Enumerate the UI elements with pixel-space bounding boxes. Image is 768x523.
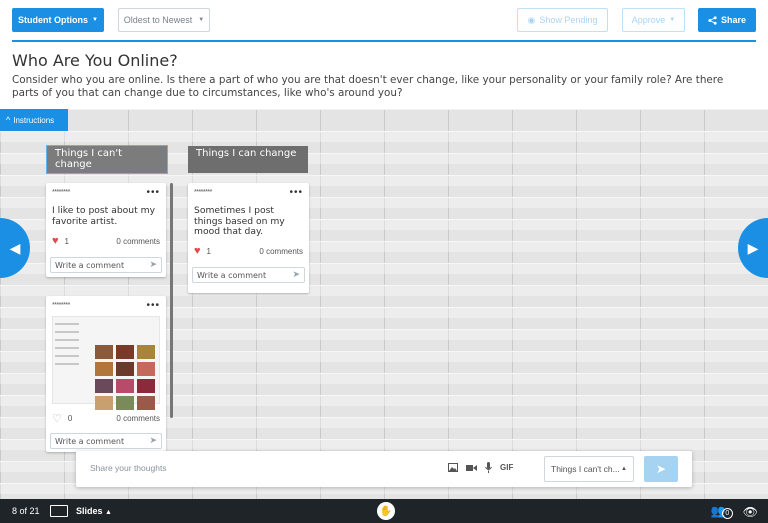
composer-tools: GIF	[448, 462, 513, 473]
video-camera-icon[interactable]	[466, 464, 477, 472]
page-indicator: 8 of 21	[12, 506, 40, 516]
show-pending-button[interactable]: ◉ Show Pending	[517, 8, 608, 32]
comment-placeholder: Write a comment	[197, 270, 267, 280]
image-icon[interactable]	[448, 463, 458, 472]
header-divider	[12, 40, 756, 42]
more-options-icon[interactable]: •••	[289, 187, 303, 198]
page-description: Consider who you are online. Is there a …	[12, 74, 724, 99]
slides-menu-button[interactable]: Slides ▲	[76, 506, 112, 516]
comment-input[interactable]: Write a comment ➤	[50, 257, 162, 273]
thumbnail-sidebar	[55, 323, 85, 401]
comment-input[interactable]: Write a comment ➤	[50, 433, 162, 449]
student-options-label: Student Options	[18, 15, 89, 25]
card-author: ********	[194, 189, 212, 196]
send-icon[interactable]: ➤	[149, 436, 157, 446]
likes-value: 0	[67, 414, 73, 423]
slides-label: Slides	[76, 506, 103, 516]
card-text: I like to post about my favorite artist.	[52, 205, 156, 227]
instructions-label: Instructions	[13, 115, 55, 125]
post-card[interactable]: ******** ••• I like to post about my fav…	[46, 183, 166, 277]
approve-label: Approve	[631, 15, 666, 25]
caret-down-icon: ▼	[198, 17, 205, 23]
post-composer: Share your thoughts GIF Things I can't c…	[76, 451, 692, 487]
paper-plane-icon: ➤	[655, 462, 667, 476]
app-logo-icon[interactable]: ✋	[377, 502, 395, 520]
approve-button[interactable]: Approve ▼	[622, 8, 685, 32]
caret-down-icon: ▼	[669, 17, 676, 23]
post-card[interactable]: ******** ••• ♡ 0 0 comments Write a comm…	[46, 296, 166, 452]
send-icon[interactable]: ➤	[292, 270, 300, 280]
thumbnail-photo-grid	[95, 345, 155, 410]
thoughts-input[interactable]: Share your thoughts	[90, 463, 167, 473]
comments-count[interactable]: 0 comments	[116, 237, 160, 246]
column-select-label: Things I can't ch...	[551, 464, 620, 474]
triangle-left-icon: ◀	[9, 239, 21, 256]
caret-down-icon: ▼	[92, 17, 98, 23]
card-author: ********	[52, 189, 70, 196]
instructions-tab[interactable]: ^ Instructions	[0, 109, 68, 131]
triangle-right-icon: ▶	[747, 239, 759, 256]
column-header-cant-change[interactable]: Things I can't change	[46, 145, 168, 174]
microphone-icon[interactable]	[485, 462, 492, 473]
student-options-button[interactable]: Student Options ▼	[12, 8, 104, 32]
send-icon[interactable]: ➤	[149, 260, 157, 270]
gif-button[interactable]: GIF	[500, 463, 513, 472]
column-scrollbar[interactable]	[170, 183, 173, 418]
comment-placeholder: Write a comment	[55, 260, 125, 270]
caret-up-icon: ▲	[621, 466, 627, 472]
sort-select[interactable]: Oldest to Newest ▼	[118, 8, 210, 32]
page-title: Who Are You Online?	[12, 51, 178, 70]
comment-placeholder: Write a comment	[55, 436, 125, 446]
comments-count[interactable]: 0 comments	[116, 414, 160, 423]
post-image[interactable]	[52, 316, 160, 410]
more-options-icon[interactable]: •••	[146, 300, 160, 311]
slides-icon[interactable]	[50, 505, 68, 517]
likes-value: 1	[64, 236, 69, 246]
show-pending-label: Show Pending	[539, 15, 598, 25]
share-button[interactable]: Share	[698, 8, 756, 32]
sort-label: Oldest to Newest	[123, 15, 193, 25]
likes-count[interactable]: ♡ 0	[52, 412, 72, 425]
post-card[interactable]: ******** ••• Sometimes I post things bas…	[188, 183, 309, 293]
card-author: ********	[52, 302, 70, 309]
bottom-right-controls: 👥0 👁	[711, 504, 758, 519]
likes-value: 1	[206, 246, 211, 256]
heart-icon[interactable]: ♥	[194, 245, 201, 257]
card-text: Sometimes I post things based on my mood…	[194, 205, 285, 237]
more-options-icon[interactable]: •••	[146, 187, 160, 198]
comment-input[interactable]: Write a comment ➤	[192, 267, 305, 283]
column-header-can-change[interactable]: Things I can change	[188, 146, 308, 173]
caret-up-icon: ▲	[105, 509, 112, 516]
eye-icon: ◉	[527, 14, 536, 25]
participants-badge: 0	[721, 508, 733, 519]
eye-slash-icon[interactable]: 👁	[743, 505, 758, 519]
top-toolbar: Student Options ▼ Oldest to Newest ▼ ◉ S…	[0, 0, 768, 40]
comments-count[interactable]: 0 comments	[259, 247, 303, 256]
heart-icon[interactable]: ♥	[52, 235, 59, 247]
bottom-bar: 8 of 21 Slides ▲ ✋ 👥0 👁	[0, 499, 768, 523]
share-icon	[708, 15, 717, 25]
heart-outline-icon[interactable]: ♡	[52, 412, 62, 425]
send-post-button[interactable]: ➤	[644, 456, 678, 482]
share-label: Share	[720, 15, 746, 25]
participants-button[interactable]: 👥0	[711, 504, 733, 519]
likes-count[interactable]: ♥ 1	[194, 245, 211, 257]
likes-count[interactable]: ♥ 1	[52, 235, 69, 247]
column-select[interactable]: Things I can't ch... ▲	[544, 456, 634, 482]
chevron-up-icon: ^	[6, 115, 11, 125]
